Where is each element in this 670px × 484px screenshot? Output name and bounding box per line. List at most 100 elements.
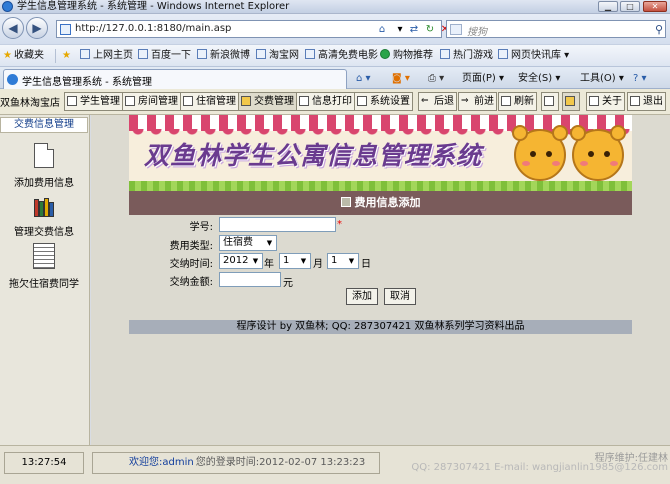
fav-link-7[interactable]: 网页快讯库 ▾: [498, 48, 569, 64]
compat-icon[interactable]: ⌂: [375, 23, 389, 36]
month-unit: 月: [313, 259, 323, 270]
fav-link-2[interactable]: 新浪微博: [197, 48, 250, 64]
about-button[interactable]: 关于: [586, 92, 625, 111]
add-button[interactable]: 添加: [346, 288, 378, 305]
year-select[interactable]: 2012 ▼: [219, 253, 263, 269]
books-icon: [33, 197, 55, 217]
document-icon: [34, 143, 54, 168]
ie-tab-icon: [7, 74, 18, 85]
room-manage-button[interactable]: 房间管理: [122, 92, 181, 111]
search-icon[interactable]: ⚲: [655, 23, 663, 36]
student-manage-button[interactable]: 学生管理: [64, 92, 123, 111]
address-bar[interactable]: http://127.0.0.1:8180/main.asp ⌂ ▾ ⇄ ↻ ✕: [56, 20, 449, 38]
day-select[interactable]: 1 ▼: [327, 253, 359, 269]
favorites-menu[interactable]: ★ 收藏夹: [3, 48, 44, 64]
refresh-icon[interactable]: ↻: [423, 23, 437, 36]
search-box[interactable]: 搜狗 ⚲: [446, 20, 666, 38]
button-label: 前进: [474, 96, 494, 107]
amount-label: 交纳金额:: [169, 277, 213, 288]
back-button[interactable]: ◀: [2, 17, 24, 39]
favorites-label: 收藏夹: [13, 50, 44, 61]
search-placeholder[interactable]: 搜狗: [467, 23, 487, 38]
divider: [55, 49, 56, 63]
feeds-icon[interactable]: ◙ ▾: [392, 71, 410, 87]
sidebar-item-label: 添加费用信息: [14, 178, 74, 189]
add-star-icon: ★: [62, 50, 71, 61]
menu-tools-label: 工具(O): [580, 73, 616, 84]
back-arrow-icon: ⇐: [421, 96, 429, 106]
amount-unit: 元: [283, 278, 293, 289]
home-icon[interactable]: ⌂ ▾: [356, 71, 371, 87]
menu-page[interactable]: 页面(P) ▾: [462, 71, 504, 87]
button-label: 系统设置: [370, 96, 410, 107]
view-button[interactable]: [562, 92, 580, 111]
exit-button[interactable]: 退出: [627, 92, 666, 111]
last-login: 您的登录时间:2012-02-07 13:23:23: [195, 457, 366, 468]
bear-mascot-icon: [512, 125, 568, 181]
maximize-button[interactable]: □: [620, 1, 640, 12]
tab-main[interactable]: 学生信息管理系统 - 系统管理: [3, 69, 347, 89]
close-window-button[interactable]: ✕: [643, 1, 667, 12]
app-forward-button[interactable]: ⇒ 前进: [458, 92, 497, 111]
app-refresh-button[interactable]: 刷新: [498, 92, 537, 111]
button-label: 房间管理: [138, 96, 178, 107]
lodging-manage-button[interactable]: 住宿管理: [180, 92, 239, 111]
fee-manage-button[interactable]: 交费管理: [238, 92, 297, 111]
search-engine-icon: [450, 24, 462, 35]
student-id-field[interactable]: [219, 217, 336, 232]
minimize-button[interactable]: ▁: [598, 1, 618, 12]
sidebar-item-add-fee[interactable]: 添加费用信息: [0, 143, 88, 189]
dropdown-icon[interactable]: ▾: [393, 23, 407, 36]
fav-link-6[interactable]: 热门游戏: [440, 48, 493, 64]
menu-safety[interactable]: 安全(S) ▾: [518, 71, 560, 87]
sidebar-header[interactable]: 交费信息管理: [0, 117, 88, 133]
cancel-button[interactable]: 取消: [384, 288, 416, 305]
button-label: 信息打印: [312, 96, 352, 107]
clock: 13:27:54: [4, 452, 84, 474]
fav-link-3[interactable]: 淘宝网: [256, 48, 299, 64]
folder-icon: [241, 96, 251, 106]
favorites-bar: ★ 收藏夹 ★ 上网主页 百度一下 新浪微博 淘宝网 高清免费电影 购物推荐 热门…: [0, 44, 670, 66]
day-value: 1: [331, 255, 338, 266]
welcome-box: 欢迎您:admin 您的登录时间:2012-02-07 13:23:23: [92, 452, 380, 474]
fav-label: 百度一下: [151, 50, 191, 61]
exit-icon: [630, 96, 640, 106]
address-url[interactable]: http://127.0.0.1:8180/main.asp: [75, 23, 231, 34]
print-info-button[interactable]: 信息打印: [296, 92, 355, 111]
student-id-label: 学号:: [189, 222, 213, 233]
menu-help[interactable]: ? ▾: [633, 71, 647, 87]
link-icon: [380, 49, 390, 59]
year-unit: 年: [264, 259, 274, 270]
fee-type-label: 费用类型:: [169, 241, 213, 252]
link-icon: [80, 49, 90, 59]
button-label: 刷新: [514, 96, 534, 107]
sidebar-item-arrears[interactable]: 拖欠住宿费同学: [0, 243, 88, 290]
forward-button[interactable]: ▶: [26, 17, 48, 39]
fee-type-select[interactable]: 住宿费 ▼: [219, 235, 277, 251]
footer-credit: 程序设计 by 双鱼林; QQ: 287307421 双鱼林系列学习资料出品: [129, 320, 632, 334]
month-select[interactable]: 1 ▼: [279, 253, 311, 269]
fav-link-0[interactable]: 上网主页: [80, 48, 133, 64]
fee-type-value: 住宿费: [223, 237, 253, 248]
chevron-down-icon: ▼: [252, 257, 259, 265]
system-settings-button[interactable]: 系统设置: [354, 92, 413, 111]
link-icon: [305, 49, 315, 59]
pay-date-label: 交纳时间:: [169, 259, 213, 270]
sidebar-item-manage-fee[interactable]: 管理交费信息: [0, 197, 88, 238]
chevron-down-icon: ▼: [266, 239, 273, 247]
menu-tools[interactable]: 工具(O) ▾: [580, 71, 624, 87]
app-back-button[interactable]: ⇐ 后退: [418, 92, 457, 111]
settings-icon: [357, 96, 367, 106]
contact-text: QQ: 287307421 E-mail: wangjianlin1985@12…: [411, 462, 668, 473]
print-icon[interactable]: ⎙ ▾: [428, 71, 444, 87]
fav-link-4[interactable]: 高清免费电影: [305, 48, 378, 64]
fav-link-5[interactable]: 购物推荐: [380, 48, 433, 64]
go-icon[interactable]: ⇄: [407, 23, 421, 36]
fav-label: 上网主页: [93, 50, 133, 61]
add-favorite-button[interactable]: ★: [62, 48, 73, 64]
edit-button[interactable]: [541, 92, 559, 111]
fav-link-1[interactable]: 百度一下: [138, 48, 191, 64]
address-row: ◀ ▶ http://127.0.0.1:8180/main.asp ⌂ ▾ ⇄…: [0, 14, 670, 44]
amount-field[interactable]: [219, 272, 281, 287]
app-brand[interactable]: 双鱼林淘宝店: [0, 94, 60, 109]
